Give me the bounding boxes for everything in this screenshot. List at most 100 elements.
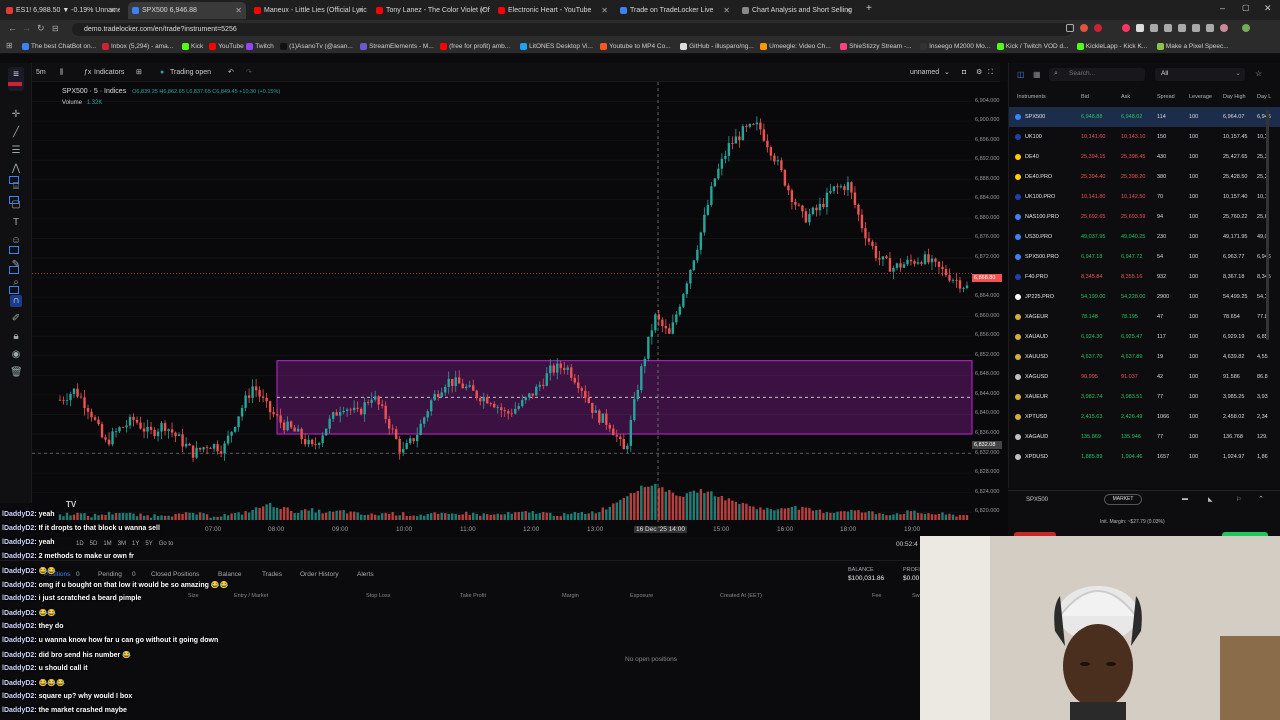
site-info-icon[interactable]: ⊟ (52, 24, 59, 33)
browser-tab[interactable]: Electronic Heart - YouTube ✕ (494, 2, 612, 19)
layout-name[interactable]: unnamed (910, 67, 939, 78)
bottom-tab[interactable]: Alerts (357, 571, 374, 578)
instrument-row[interactable]: UK100 10,141.60 10,143.10 150 100 10,157.45 10… (1009, 127, 1280, 147)
bookmark-item[interactable]: (free for profit) amb... (440, 41, 510, 52)
instrument-row[interactable]: XPTUSD 2,415.63 2,426.49 1066 100 2,458.02 2,3… (1009, 407, 1280, 427)
instruments-scrollbar[interactable] (1266, 110, 1269, 340)
browser-tab[interactable]: Trade on TradeLocker Live ✕ (616, 2, 734, 19)
column-header[interactable]: Day L (1257, 87, 1271, 107)
collapse-icon[interactable]: ⌃ (1258, 495, 1264, 503)
bookmark-item[interactable]: ShieStizzy Stream -... (840, 41, 912, 52)
instrument-row[interactable]: F40.PRO 8,345.84 8,355.16 932 100 8,367.18 8,3… (1009, 267, 1280, 287)
positions-column-header[interactable]: Entry / Market (234, 593, 268, 599)
magnet-icon[interactable]: ∩ (10, 295, 22, 307)
positions-column-header[interactable]: Stop Loss (366, 593, 390, 599)
bookmark-item[interactable]: Twitch (246, 41, 274, 52)
range-button[interactable]: 1Y (132, 541, 139, 547)
screenshot-icon[interactable]: ◘ (962, 67, 966, 78)
positions-column-header[interactable]: Exposure (630, 593, 653, 599)
instrument-search[interactable]: ⌕ Search... (1049, 68, 1145, 81)
bookmark-item[interactable]: Kick (182, 41, 203, 52)
price-scale[interactable]: 6,904.000 6,900.000 6,896.000 6,892.000 6,88… (972, 82, 1007, 522)
instrument-row[interactable]: DE40 25,394.15 25,398.45 430 100 25,427.65 25,… (1009, 147, 1280, 167)
positions-column-header[interactable]: Margin (562, 593, 579, 599)
tab-close-icon[interactable]: ✕ (109, 2, 116, 19)
bottom-tab[interactable]: Balance (218, 571, 242, 578)
bookmark-item[interactable]: Make a Pixel Speec... (1156, 41, 1229, 52)
browser-tab[interactable]: SPX500 6,946.88 ✕ (128, 2, 246, 19)
new-tab-button[interactable]: + (866, 3, 872, 14)
instrument-row[interactable]: XAGEUR 78.148 78.195 47 100 78.654 77.8 (1009, 307, 1280, 327)
range-button[interactable]: 1D (76, 541, 84, 547)
pencil-icon[interactable]: ✐ (10, 313, 22, 325)
minimize-button[interactable]: – (1220, 3, 1225, 13)
trash-icon[interactable]: 🗑︎ (10, 367, 23, 379)
range-button[interactable]: Go to (159, 541, 174, 547)
instrument-row[interactable]: SPX500.PRO 6,947.18 6,947.72 54 100 6,963.77 6… (1009, 247, 1280, 267)
bottom-tab[interactable]: Trades (262, 571, 282, 578)
bookmark-item[interactable]: GitHub - illusparo/ng... (680, 41, 754, 52)
bookmark-item[interactable]: The best ChatBot on... (22, 41, 96, 52)
range-button[interactable]: 1M (103, 541, 111, 547)
reload-icon[interactable]: ↻ (37, 23, 45, 34)
tab-close-icon[interactable]: ✕ (723, 2, 730, 19)
positions-column-header[interactable]: Created At (EET) (720, 593, 762, 599)
settings-icon[interactable]: ⚙︎ (976, 67, 982, 78)
instrument-row[interactable]: XAUEUR 3,982.74 3,983.51 77 100 3,985.25 3,93 (1009, 387, 1280, 407)
positions-column-header[interactable]: Fee (872, 593, 881, 599)
column-header[interactable]: Day High (1223, 87, 1246, 107)
positions-column-header[interactable]: Sw (912, 593, 920, 599)
maximize-button[interactable]: ▢ (1242, 3, 1250, 12)
forward-icon[interactable]: → (22, 23, 31, 33)
tab-close-icon[interactable]: ✕ (357, 2, 364, 19)
range-button[interactable]: 3M (118, 541, 126, 547)
column-header[interactable]: Instruments (1017, 87, 1046, 107)
bookmark-item[interactable]: (1)AsanoTv (@asan... (280, 41, 353, 52)
instrument-row[interactable]: XAUAUD 6,924.30 6,925.47 117 100 6,929.19 6,85 (1009, 327, 1280, 347)
column-header[interactable]: Leverage (1189, 87, 1212, 107)
redo-icon[interactable]: ↷ (246, 67, 252, 78)
order-option-3[interactable]: ⚐ (1236, 496, 1241, 503)
candle-type-icon[interactable]: ⫼ (60, 67, 63, 78)
column-header[interactable]: Bid (1081, 87, 1089, 107)
chart-canvas[interactable] (32, 82, 1007, 537)
extension-icons[interactable] (1064, 24, 1264, 35)
timeframe-selector[interactable]: 5m (36, 67, 46, 78)
undo-icon[interactable]: ↶ (228, 67, 234, 78)
column-header[interactable]: Spread (1157, 87, 1175, 107)
instrument-row[interactable]: XAGAUD 135.869 135.946 77 100 136.768 129. (1009, 427, 1280, 447)
browser-tab[interactable]: Chart Analysis and Short Selling ✕ (738, 2, 856, 19)
instrument-row[interactable]: SPX500 6,946.88 6,948.02 114 100 6,964.07 6,94… (1009, 107, 1280, 127)
bookmark-item[interactable]: Inbox (5,294) - ama... (102, 41, 173, 52)
order-option-2[interactable]: ◣ (1208, 496, 1213, 503)
apps-icon[interactable]: ⊞ (6, 41, 13, 50)
positions-column-header[interactable]: Take Profit (460, 593, 486, 599)
instrument-row[interactable]: JP225.PRO 54,199.00 54,228.00 2900 100 54,499… (1009, 287, 1280, 307)
order-type-select[interactable]: MARKET (1104, 494, 1142, 505)
visibility-icon[interactable]: ◉ (10, 349, 22, 361)
back-icon[interactable]: ← (8, 23, 17, 33)
instrument-row[interactable]: XPDUSD 1,885.89 1,904.46 1657 100 1,924.97 1,8… (1009, 447, 1280, 467)
fullscreen-icon[interactable]: ⛶ (988, 67, 993, 78)
filter-select[interactable]: All ⌄ (1155, 68, 1245, 81)
bottom-tab[interactable]: Pending (98, 571, 122, 578)
bottom-tab[interactable]: Order History (300, 571, 339, 578)
range-button[interactable]: 5Y (145, 541, 152, 547)
bookmark-item[interactable]: Umeegle: Video Ch... (760, 41, 831, 52)
layout-dropdown-icon[interactable]: ⌄ (944, 67, 950, 78)
tab-close-icon[interactable]: ✕ (479, 2, 486, 19)
close-window-button[interactable]: ✕ (1264, 3, 1272, 14)
instrument-row[interactable]: DE40.PRO 25,394.40 25,398.20 380 100 25,428.5… (1009, 167, 1280, 187)
browser-tab[interactable]: ES1! 6,988.50 ▼ -0.19% Unnamed ✕ (2, 2, 120, 19)
tab-close-icon[interactable]: ✕ (601, 2, 608, 19)
bookmark-item[interactable]: Youtube to MP4 Co... (600, 41, 671, 52)
instrument-row[interactable]: UK100.PRO 10,141.80 10,142.50 70 100 10,157.4… (1009, 187, 1280, 207)
indicators-button[interactable]: Indicators (94, 67, 124, 78)
bookmark-item[interactable]: KickleLapp - Kick K... (1076, 41, 1147, 52)
star-icon[interactable]: ☆ (1255, 69, 1262, 78)
instrument-row[interactable]: US30.PRO 49,037.95 49,040.25 230 100 49,171.9… (1009, 227, 1280, 247)
layouts-icon[interactable]: ⊞ (136, 67, 142, 78)
url-field[interactable]: demo.tradelocker.com/en/trade?instrument… (72, 23, 1072, 36)
instrument-row[interactable]: XAUUSD 4,637.70 4,637.89 19 100 4,639.82 4,55 (1009, 347, 1280, 367)
tab-close-icon[interactable]: ✕ (235, 2, 242, 19)
